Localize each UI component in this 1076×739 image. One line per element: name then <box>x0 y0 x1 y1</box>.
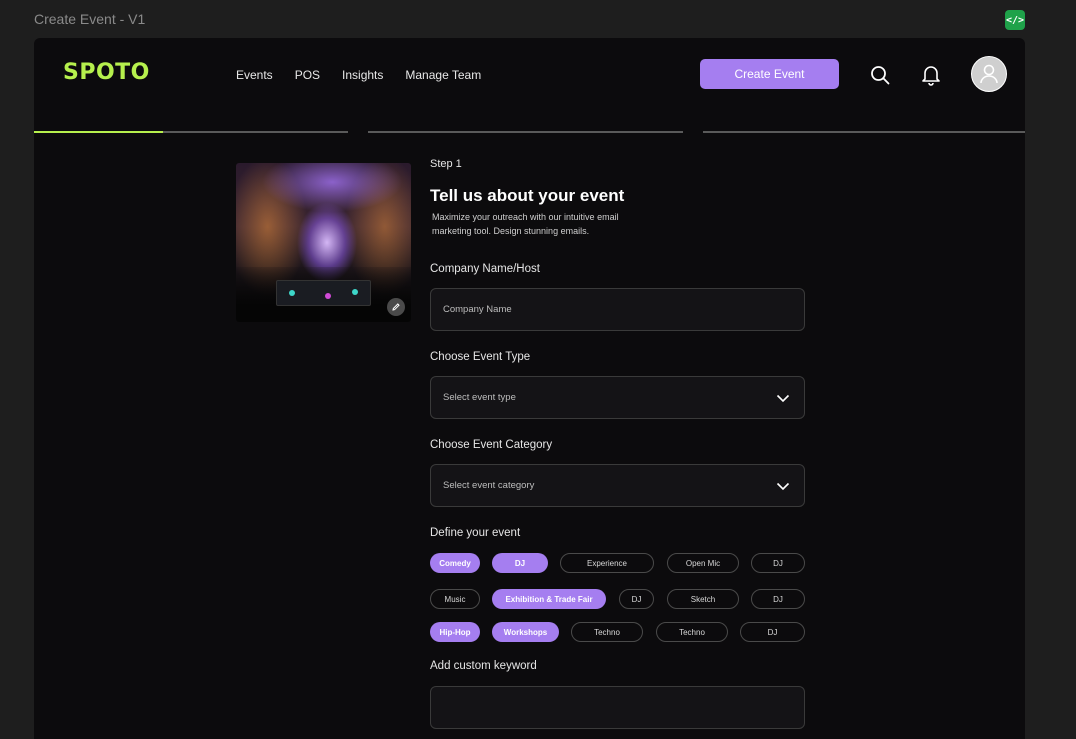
image-dj-deck <box>276 280 371 306</box>
company-name-input[interactable]: Company Name <box>430 288 805 331</box>
event-type-label: Choose Event Type <box>430 351 531 363</box>
logo[interactable]: SPOTO <box>63 60 150 85</box>
tag-chip[interactable]: Hip-Hop <box>430 622 480 642</box>
tag-chip[interactable]: Exhibition & Trade Fair <box>492 589 606 609</box>
tag-chip[interactable]: DJ <box>740 622 805 642</box>
custom-keyword-input[interactable] <box>430 686 805 729</box>
progress-step-2 <box>368 131 683 133</box>
company-name-placeholder: Company Name <box>443 304 512 315</box>
nav-item-manage-team[interactable]: Manage Team <box>405 68 481 82</box>
tag-chip[interactable]: Music <box>430 589 480 609</box>
tag-chip[interactable]: Techno <box>571 622 643 642</box>
page-subtitle: Maximize your outreach with our intuitiv… <box>432 212 619 236</box>
frame-title: Create Event - V1 <box>34 11 146 27</box>
event-cover-image <box>236 163 411 322</box>
avatar[interactable] <box>971 56 1007 92</box>
chevron-down-icon <box>776 482 790 491</box>
app-window: SPOTO Events POS Insights Manage Team Cr… <box>34 38 1025 739</box>
create-event-button[interactable]: Create Event <box>700 59 839 89</box>
tag-chip[interactable]: Sketch <box>667 589 739 609</box>
progress-step-3 <box>703 131 1025 133</box>
tag-chip[interactable]: DJ <box>492 553 548 573</box>
custom-keyword-label: Add custom keyword <box>430 660 537 672</box>
tag-chip[interactable]: DJ <box>751 589 805 609</box>
pencil-icon <box>392 303 400 311</box>
tag-chip[interactable]: Workshops <box>492 622 559 642</box>
edit-image-button[interactable] <box>387 298 405 316</box>
company-label: Company Name/Host <box>430 263 540 275</box>
event-category-label: Choose Event Category <box>430 439 553 451</box>
main-nav: Events POS Insights Manage Team <box>236 68 503 82</box>
event-type-select[interactable]: Select event type <box>430 376 805 419</box>
bell-icon[interactable] <box>920 64 942 86</box>
progress-fill <box>34 131 163 133</box>
search-icon[interactable] <box>869 64 891 86</box>
tag-chip[interactable]: Open Mic <box>667 553 739 573</box>
user-icon <box>980 64 998 84</box>
tag-chip[interactable]: DJ <box>619 589 654 609</box>
event-category-select[interactable]: Select event category <box>430 464 805 507</box>
tag-chip[interactable]: DJ <box>751 553 805 573</box>
nav-item-insights[interactable]: Insights <box>342 68 383 82</box>
define-event-label: Define your event <box>430 527 521 539</box>
progress-step-1 <box>34 131 348 133</box>
tag-chip[interactable]: Experience <box>560 553 654 573</box>
tag-chip[interactable]: Comedy <box>430 553 480 573</box>
code-icon[interactable]: </> <box>1005 10 1025 30</box>
nav-item-pos[interactable]: POS <box>295 68 320 82</box>
nav-item-events[interactable]: Events <box>236 68 273 82</box>
event-type-placeholder: Select event type <box>443 392 516 403</box>
step-label: Step 1 <box>430 158 462 170</box>
event-category-placeholder: Select event category <box>443 480 535 491</box>
tag-chip[interactable]: Techno <box>656 622 728 642</box>
page-title: Tell us about your event <box>430 186 625 205</box>
chevron-down-icon <box>776 394 790 403</box>
